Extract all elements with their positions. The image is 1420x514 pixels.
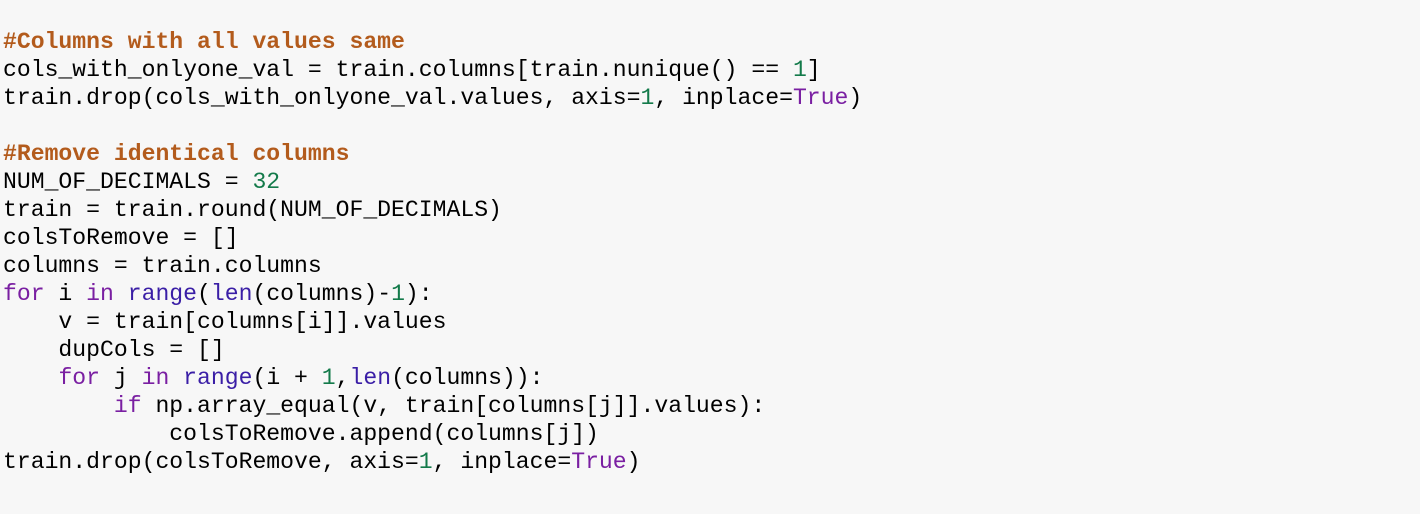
code-token-number: 1 xyxy=(792,57,807,83)
code-token-text: ] xyxy=(806,57,821,83)
code-line: if np.array_equal(v, train[columns[j]].v… xyxy=(3,392,1420,420)
code-token-text: , inplace= xyxy=(654,85,793,111)
code-token-text: ) xyxy=(848,85,863,111)
code-line: train.drop(cols_with_onlyone_val.values,… xyxy=(3,84,1420,112)
code-token-number: 1 xyxy=(321,365,336,391)
code-token-text: (columns)): xyxy=(391,365,544,391)
code-cell[interactable]: #Columns with all values same cols_with_o… xyxy=(0,0,1420,514)
code-token-text: train.drop(colsToRemove, axis= xyxy=(3,449,419,475)
code-token-text: ( xyxy=(197,281,211,307)
code-line: train.drop(colsToRemove, axis=1, inplace… xyxy=(3,448,1420,476)
code-token-const: True xyxy=(792,85,849,111)
code-token-text: NUM_OF_DECIMALS = xyxy=(3,169,253,195)
code-line: for j in range(i + 1,len(columns)): xyxy=(3,364,1420,392)
code-token-builtin: len xyxy=(349,365,392,391)
code-line: for i in range(len(columns)-1): xyxy=(3,280,1420,308)
code-line: columns = train.columns xyxy=(3,252,1420,280)
code-token-text: colsToRemove = [] xyxy=(3,225,239,251)
code-token-text: (columns)- xyxy=(252,281,392,307)
code-token-builtin: len xyxy=(210,281,253,307)
code-token-keyword: for xyxy=(58,365,101,391)
code-block[interactable]: #Columns with all values same cols_with_o… xyxy=(0,28,1420,476)
code-token-text: i xyxy=(44,281,87,307)
code-token-keyword: in xyxy=(86,281,114,307)
code-token-text: , xyxy=(335,365,350,391)
code-token-number: 1 xyxy=(391,281,405,307)
code-line: dupCols = [] xyxy=(3,336,1420,364)
code-token-text: (i + xyxy=(252,365,322,391)
code-line: train = train.round(NUM_OF_DECIMALS) xyxy=(3,196,1420,224)
code-line: #Remove identical columns xyxy=(3,140,1420,168)
code-token-builtin: range xyxy=(127,281,198,307)
code-token-text: np.array_equal(v, train[columns[j]].valu… xyxy=(141,393,766,419)
code-line: v = train[columns[i]].values xyxy=(3,308,1420,336)
code-line: colsToRemove.append(columns[j]) xyxy=(3,420,1420,448)
code-token-number: 32 xyxy=(252,169,281,195)
code-token-number: 1 xyxy=(640,85,655,111)
code-token-text: ) xyxy=(626,449,641,475)
code-token-comment: #Columns with all values same xyxy=(3,29,405,55)
code-token-text: ): xyxy=(404,281,433,307)
code-token-const: True xyxy=(571,449,627,475)
code-token-text: train = train.round(NUM_OF_DECIMALS) xyxy=(3,197,502,223)
code-token-text: cols_with_onlyone_val = train.columns[tr… xyxy=(3,57,793,83)
code-token-text: dupCols = [] xyxy=(3,337,225,363)
code-line: colsToRemove = [] xyxy=(3,224,1420,252)
code-line: #Columns with all values same xyxy=(3,28,1420,56)
code-token-keyword: in xyxy=(141,365,170,391)
code-token-text: columns = train.columns xyxy=(3,253,322,279)
code-line: cols_with_onlyone_val = train.columns[tr… xyxy=(3,56,1420,84)
code-token-text: , inplace= xyxy=(432,449,572,475)
code-token-text: train.drop(cols_with_onlyone_val.values,… xyxy=(3,85,641,111)
code-token-keyword: if xyxy=(113,393,142,419)
code-token-keyword: for xyxy=(3,281,45,307)
code-token-text: v = train[columns[i]].values xyxy=(3,309,447,335)
code-line: NUM_OF_DECIMALS = 32 xyxy=(3,168,1420,196)
code-token-number: 1 xyxy=(418,449,433,475)
code-token-builtin: range xyxy=(183,365,253,391)
code-token-text: colsToRemove.append(columns[j]) xyxy=(3,421,599,447)
code-token-comment: #Remove identical columns xyxy=(3,141,350,167)
code-token-text: j xyxy=(100,365,142,391)
